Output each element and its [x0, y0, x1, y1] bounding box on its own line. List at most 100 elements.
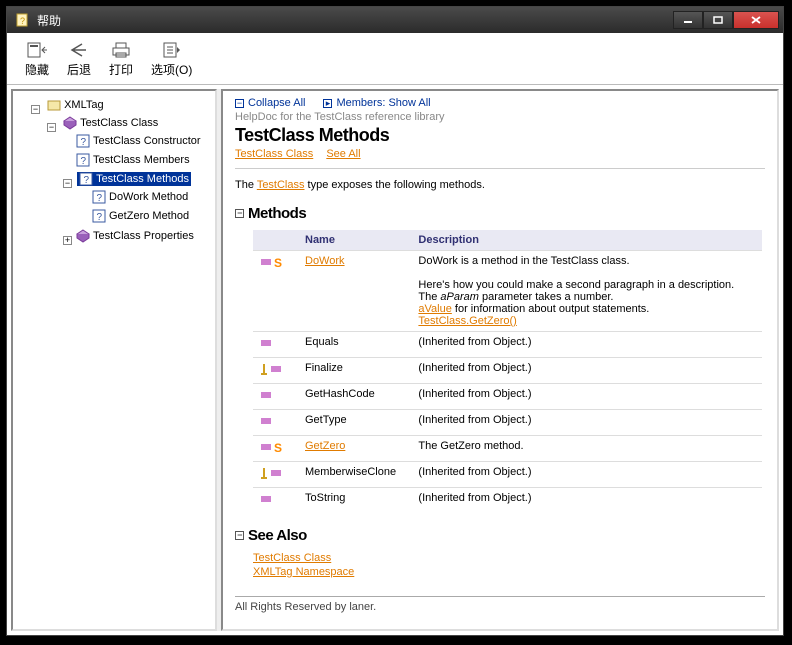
getzero-link[interactable]: TestClass.GetZero() [418, 315, 516, 327]
svg-text:?: ? [20, 16, 25, 26]
table-row: GetType(Inherited from Object.) [253, 410, 762, 436]
svg-text:?: ? [97, 193, 103, 204]
method-desc: (Inherited from Object.) [410, 488, 761, 514]
svg-text:?: ? [81, 156, 87, 167]
col-desc: Description [410, 230, 761, 251]
close-button[interactable] [733, 11, 779, 29]
tree-node-props[interactable]: TestClass Properties [74, 229, 196, 243]
nav-tree: − XMLTag − TestClass Class [15, 97, 213, 249]
help-icon: ? [92, 190, 106, 204]
tree-node-members[interactable]: ?TestClass Members [74, 153, 192, 167]
hide-label: 隐藏 [25, 61, 49, 78]
seealso-class-link[interactable]: TestClass Class [253, 552, 765, 564]
tree-toggle[interactable]: − [47, 123, 56, 132]
tree-node-xmltag[interactable]: XMLTag [45, 98, 106, 112]
table-row: Finalize(Inherited from Object.) [253, 358, 762, 384]
method-kind-icon [253, 462, 297, 488]
back-label: 后退 [67, 61, 91, 78]
content-pane: −Collapse All ▸Members: Show All HelpDoc… [221, 89, 779, 631]
tree-toggle[interactable]: + [63, 236, 72, 245]
method-kind-icon [253, 488, 297, 514]
tree-toggle[interactable]: − [63, 179, 72, 188]
print-icon [109, 39, 133, 61]
method-kind-icon [253, 384, 297, 410]
options-button[interactable]: 选项(O) [151, 39, 192, 78]
breadcrumb: TestClass Class See All [235, 148, 765, 160]
body: − XMLTag − TestClass Class [7, 85, 783, 635]
help-icon: ? [76, 134, 90, 148]
namespace-icon [47, 98, 61, 112]
table-header: Name Description [253, 230, 762, 251]
tree-node-methods[interactable]: ?TestClass Methods [77, 172, 191, 186]
collapse-icon: − [235, 99, 244, 108]
minimize-button[interactable] [673, 11, 703, 29]
svg-text:S: S [274, 256, 282, 269]
method-name: MemberwiseClone [297, 462, 410, 488]
crumb-seealso-link[interactable]: See All [326, 148, 360, 160]
method-link-getzero[interactable]: GetZero [305, 440, 345, 452]
crumb-class-link[interactable]: TestClass Class [235, 148, 313, 160]
methods-heading: −Methods [235, 205, 765, 222]
collapse-icon[interactable]: − [235, 531, 244, 540]
table-row: S DoWork DoWork is a method in the TestC… [253, 251, 762, 332]
method-kind-icon: S [253, 436, 297, 462]
seealso-ns-link[interactable]: XMLTag Namespace [253, 566, 765, 578]
method-kind-icon: S [253, 251, 297, 332]
method-name: Finalize [297, 358, 410, 384]
methods-table: Name Description S DoWork DoWork is a me… [253, 230, 762, 513]
footer: All Rights Reserved by laner. [235, 596, 765, 613]
window-title: 帮助 [37, 12, 673, 29]
page-title: TestClass Methods [235, 125, 765, 146]
collapse-all-link[interactable]: −Collapse All [235, 97, 305, 109]
window-controls [673, 11, 779, 29]
top-links: −Collapse All ▸Members: Show All [235, 97, 765, 109]
tree-node-getzero[interactable]: ?GetZero Method [90, 209, 191, 223]
method-desc: (Inherited from Object.) [410, 462, 761, 488]
collapse-icon[interactable]: − [235, 209, 244, 218]
class-icon [63, 116, 77, 130]
hide-button[interactable]: 隐藏 [25, 39, 49, 78]
divider [235, 168, 765, 169]
method-desc: (Inherited from Object.) [410, 384, 761, 410]
method-link-dowork[interactable]: DoWork [305, 255, 345, 267]
intro-text: The TestClass type exposes the following… [235, 179, 765, 191]
method-kind-icon [253, 358, 297, 384]
table-row: Equals(Inherited from Object.) [253, 332, 762, 358]
help-icon: ? [76, 153, 90, 167]
method-kind-icon [253, 332, 297, 358]
method-desc: The GetZero method. [410, 436, 761, 462]
tree-node-class[interactable]: TestClass Class [61, 116, 160, 130]
print-label: 打印 [109, 61, 133, 78]
testclass-link[interactable]: TestClass [257, 179, 305, 191]
class-icon [76, 229, 90, 243]
tree-node-ctor[interactable]: ?TestClass Constructor [74, 134, 203, 148]
seealso-links: TestClass Class XMLTag Namespace [253, 552, 765, 578]
back-icon [67, 39, 91, 61]
table-row: S GetZero The GetZero method. [253, 436, 762, 462]
options-icon [160, 39, 184, 61]
help-icon: ? [79, 172, 93, 186]
maximize-button[interactable] [703, 11, 733, 29]
method-name: GetHashCode [297, 384, 410, 410]
tree-pane: − XMLTag − TestClass Class [11, 89, 217, 631]
svg-text:S: S [274, 441, 282, 454]
seealso-heading: −See Also [235, 527, 765, 544]
svg-text:?: ? [81, 137, 87, 148]
svg-text:?: ? [97, 212, 103, 223]
tree-node-dowork[interactable]: ?DoWork Method [90, 190, 190, 204]
print-button[interactable]: 打印 [109, 39, 133, 78]
method-name: Equals [297, 332, 410, 358]
svg-text:?: ? [84, 175, 90, 186]
back-button[interactable]: 后退 [67, 39, 91, 78]
members-show-link[interactable]: ▸Members: Show All [323, 97, 430, 109]
method-name: GetType [297, 410, 410, 436]
avalue-link[interactable]: aValue [418, 303, 451, 315]
method-name: ToString [297, 488, 410, 514]
tree-toggle[interactable]: − [31, 105, 40, 114]
options-label: 选项(O) [151, 61, 192, 78]
app-icon: ? [15, 12, 31, 28]
method-desc: DoWork is a method in the TestClass clas… [410, 251, 761, 332]
method-desc: (Inherited from Object.) [410, 332, 761, 358]
table-row: ToString(Inherited from Object.) [253, 488, 762, 514]
hide-icon [25, 39, 49, 61]
